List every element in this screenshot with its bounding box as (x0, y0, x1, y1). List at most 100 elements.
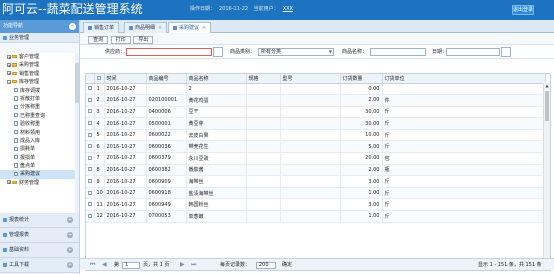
table-row[interactable]: 2 2016-10-27 020100001 黄花鸡蛋 2.00 件 (86, 94, 546, 107)
table-row[interactable]: 3 2016-10-27 0400006 豆干 30.00 斤 (86, 106, 546, 119)
row-checkbox-cell[interactable] (86, 94, 95, 107)
sidebar-item-page[interactable]: 盘点单 (0, 162, 79, 170)
column-header[interactable]: 订货单位 (382, 74, 546, 84)
row-checkbox-cell[interactable] (86, 164, 95, 177)
table-row[interactable]: 9 2016-10-27 0600909 海带丝 3.00 斤 (86, 175, 546, 188)
sidebar-item-group[interactable]: + 采购管理 (0, 61, 79, 69)
collapse-toggle-icon[interactable]: − (7, 79, 11, 84)
expand-toggle-icon[interactable]: + (7, 71, 11, 76)
row-checkbox-cell[interactable] (86, 129, 95, 142)
column-header[interactable]: 时间 (104, 74, 147, 84)
export-button[interactable]: 导出 (133, 36, 154, 44)
row-checkbox[interactable] (88, 213, 92, 218)
grid-scrollbar[interactable]: ▲ ▼ (543, 83, 550, 270)
row-checkbox[interactable] (88, 155, 92, 160)
row-checkbox[interactable] (88, 167, 92, 172)
date-input[interactable] (446, 48, 500, 56)
user-value[interactable]: XXX (283, 6, 293, 13)
page-input[interactable]: 1 (122, 262, 140, 269)
column-header[interactable] (94, 74, 105, 84)
expand-toggle-icon[interactable]: + (7, 62, 11, 67)
table-row[interactable]: 6 2016-10-27 0600036 带壳花生 5.00 斤 (86, 140, 546, 154)
collapse-icon[interactable]: « (69, 23, 76, 30)
sidebar-item-group[interactable]: + 客户管理 (0, 53, 79, 61)
row-checkbox-cell[interactable] (86, 152, 95, 165)
sidebar-item-page[interactable]: 报损单 (0, 154, 79, 162)
column-header[interactable]: 型号 (280, 74, 341, 84)
expand-icon[interactable]: + (67, 247, 73, 253)
row-checkbox[interactable] (88, 132, 92, 137)
row-checkbox[interactable] (88, 97, 92, 102)
sidebar-group[interactable]: 管理报表 + (0, 228, 79, 243)
sidebar-item-page[interactable]: 采购建议 (0, 170, 79, 179)
sidebar-group[interactable]: 报表统计 + (0, 213, 79, 228)
row-checkbox-cell[interactable] (86, 83, 95, 96)
grid-scroll-thumb[interactable] (545, 91, 549, 121)
sidebar-item-page[interactable]: 验收称重 (0, 120, 79, 128)
table-row[interactable]: 5 2016-10-27 0600022 去皮白果 10.00 斤 (86, 129, 546, 142)
expand-icon[interactable]: + (67, 262, 73, 268)
tab-product-detail[interactable]: 商品明细 × (124, 22, 168, 33)
column-header[interactable]: 商品名称 (186, 74, 247, 84)
row-checkbox-cell[interactable] (86, 198, 95, 212)
close-icon[interactable]: × (158, 25, 162, 31)
row-checkbox[interactable] (88, 179, 92, 184)
expand-toggle-icon[interactable]: + (7, 180, 11, 185)
table-row[interactable]: 10 2016-10-27 0600918 盐渍海带丝 1.00 斤 (86, 187, 546, 200)
table-row[interactable]: 4 2016-10-27 0500001 黄豆芽 30.00 斤 (86, 117, 546, 130)
close-icon[interactable]: × (202, 25, 206, 31)
next-page-icon[interactable]: ▶ (180, 259, 185, 271)
row-checkbox-cell[interactable] (86, 140, 95, 154)
expand-icon[interactable]: + (67, 232, 73, 238)
table-row[interactable]: 12 2016-10-27 0700053 单葱嫩 1.00 斤 (86, 210, 546, 223)
supplier-input[interactable] (126, 48, 212, 56)
per-page-input[interactable]: 200 (256, 262, 276, 269)
table-row[interactable]: 8 2016-10-27 0600382 番茄酱 2.00 瓶 (86, 164, 546, 177)
confirm-button[interactable]: 确定 (282, 259, 292, 271)
table-row[interactable]: 7 2016-10-27 0600379 永川豆豉 20.00 包 (86, 152, 546, 165)
table-row[interactable]: 11 2016-10-27 0600949 韩国粉丝 3.00 斤 (86, 198, 546, 212)
last-page-icon[interactable]: ⏭ (191, 259, 196, 271)
sidebar-item-group[interactable]: − 库存管理 (0, 78, 79, 86)
tree-scrollbar[interactable] (75, 53, 79, 225)
column-header[interactable]: 订货数量 (340, 74, 383, 84)
query-button[interactable]: 查询 (88, 36, 109, 44)
row-checkbox[interactable] (88, 202, 92, 207)
row-checkbox-cell[interactable] (86, 175, 95, 188)
row-checkbox-cell[interactable] (86, 187, 95, 200)
sidebar-item-page[interactable]: 成品入库 (0, 137, 79, 145)
supplier-picker-button[interactable] (213, 47, 223, 57)
sidebar-item-page[interactable]: 分拣称重 (0, 103, 79, 111)
product-name-input[interactable] (370, 48, 426, 56)
row-checkbox-cell[interactable] (86, 210, 95, 223)
row-checkbox[interactable] (88, 121, 92, 126)
sidebar-item-page[interactable]: 拆散打单 (0, 95, 79, 103)
tree-scroll-thumb[interactable] (75, 63, 79, 103)
prev-page-icon[interactable]: ◀ (102, 259, 107, 271)
select-all-checkbox[interactable] (96, 75, 101, 80)
scroll-up-icon[interactable]: ▲ (544, 83, 550, 89)
sidebar-group[interactable]: 工具下载 + (0, 258, 79, 273)
tab-purchase-suggestion[interactable]: 采购建议 × (168, 22, 212, 33)
sidebar-item-group[interactable]: + 财务管理 (0, 179, 79, 187)
sidebar-item-group[interactable]: + 销售管理 (0, 70, 79, 78)
row-checkbox[interactable] (88, 86, 92, 91)
calendar-icon[interactable] (501, 47, 511, 57)
sidebar-group[interactable]: 基础资料 + (0, 243, 79, 258)
row-checkbox[interactable] (88, 144, 92, 149)
expand-toggle-icon[interactable]: + (7, 54, 11, 59)
tab-sales-order[interactable]: 销售订单 (83, 22, 120, 33)
sidebar-item-page[interactable]: 库存调拨 (0, 87, 79, 95)
sidebar-item-page[interactable]: 已称重查询 (0, 112, 79, 120)
row-checkbox[interactable] (88, 109, 92, 114)
sidebar-item-page[interactable]: 材料领用 (0, 129, 79, 137)
row-checkbox[interactable] (88, 190, 92, 195)
print-button[interactable]: 打印 (110, 36, 131, 44)
sidebar-item-page[interactable]: 损耗单 (0, 145, 79, 153)
category-select[interactable]: 所有分类 ▼ (258, 48, 334, 56)
table-row[interactable]: 1 2016-10-27 2 0.00 (86, 83, 546, 96)
sidebar-group-business[interactable]: 业务管理 (0, 33, 79, 43)
column-header[interactable]: 规格 (246, 74, 281, 84)
column-header[interactable]: 商品编号 (146, 74, 187, 84)
expand-icon[interactable]: + (67, 217, 73, 223)
